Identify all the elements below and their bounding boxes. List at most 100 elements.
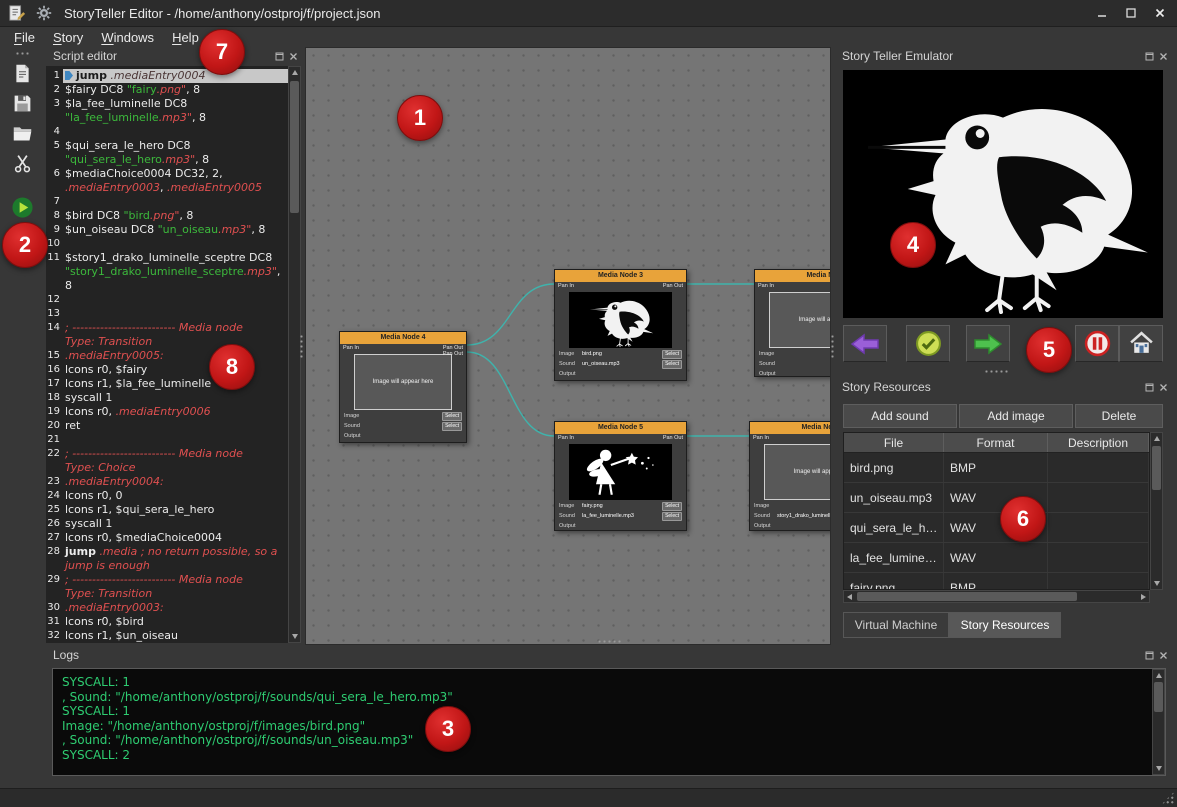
port-out[interactable]: Pan Out	[443, 351, 463, 357]
cut-button[interactable]	[8, 153, 38, 179]
table-row[interactable]: fairy.pngBMP	[844, 573, 1149, 590]
close-icon[interactable]	[1159, 52, 1168, 61]
port-out[interactable]: Pan Out	[663, 435, 683, 441]
resize-grip[interactable]	[1161, 791, 1175, 805]
menu-file[interactable]: File	[5, 29, 44, 46]
node-canvas[interactable]: Media Node 4Pan InPan OutPan OutImage wi…	[305, 47, 831, 645]
splitter-handle[interactable]	[830, 334, 836, 360]
close-button[interactable]	[1145, 3, 1174, 24]
table-row[interactable]: bird.pngBMP	[844, 453, 1149, 483]
res-table-head: FileFormatDescription	[844, 433, 1149, 453]
graph-node[interactable]: Media Node 1Pan InImage will appear here…	[754, 269, 831, 377]
code-line: Type: Transition	[46, 587, 288, 601]
logs-scrollbar[interactable]	[1152, 669, 1165, 775]
node-title: Media Node 6	[750, 422, 831, 434]
graph-node[interactable]: Media Node 5Pan InPan OutImagefairy.pngS…	[554, 421, 687, 531]
annotation-6: 6	[1000, 496, 1046, 542]
script-editor-dock: Script editor	[46, 47, 302, 65]
table-hscrollbar[interactable]	[843, 590, 1150, 603]
cut-icon	[12, 153, 33, 179]
column-header-description[interactable]: Description	[1048, 433, 1149, 452]
file-cell: un_oiseau.mp3	[844, 483, 944, 512]
table-row[interactable]: qui_sera_le_h…WAV	[844, 513, 1149, 543]
splitter-handle[interactable]	[299, 334, 305, 360]
table-row[interactable]: un_oiseau.mp3WAV	[844, 483, 1149, 513]
code-line: 1jump .mediaEntry0004	[46, 69, 288, 83]
table-scrollbar[interactable]	[1150, 432, 1163, 590]
log-line: , Sound: "/home/anthony/ostproj/f/sounds…	[62, 690, 1156, 705]
script-editor-title: Script editor	[53, 49, 117, 63]
home-button[interactable]	[1119, 325, 1163, 362]
port-in[interactable]: Pan In	[758, 283, 774, 289]
save-button[interactable]	[8, 93, 38, 119]
delete-button[interactable]: Delete	[1075, 404, 1163, 428]
graph-node[interactable]: Media Node 3Pan InPan OutImagebird.pngSe…	[554, 269, 687, 381]
open-button[interactable]	[8, 123, 38, 149]
float-icon[interactable]	[275, 52, 284, 61]
float-icon[interactable]	[1145, 651, 1154, 660]
node-select-button[interactable]: Select	[662, 512, 682, 521]
node-select-button[interactable]: Select	[662, 360, 682, 369]
run-icon	[11, 196, 34, 224]
node-row: Output	[755, 369, 831, 377]
add-sound-button[interactable]: Add sound	[843, 404, 957, 428]
node-layer: Media Node 4Pan InPan OutPan OutImage wi…	[306, 48, 830, 644]
toolbar-handle[interactable]	[15, 51, 31, 57]
run-button[interactable]	[8, 197, 38, 223]
window: StoryTeller Editor - /home/anthony/ostpr…	[0, 0, 1177, 807]
pause-button[interactable]	[1075, 325, 1119, 362]
add-image-button[interactable]: Add image	[959, 404, 1073, 428]
splitter-handle[interactable]	[597, 639, 623, 645]
column-header-file[interactable]: File	[844, 433, 944, 452]
menu-windows[interactable]: Windows	[92, 29, 163, 46]
close-icon[interactable]	[289, 52, 298, 61]
tab-story-resources[interactable]: Story Resources	[949, 612, 1061, 638]
close-icon[interactable]	[1159, 651, 1168, 660]
code-line: 28jump .media ; no return possible, so a	[46, 545, 288, 559]
port-out[interactable]: Pan Out	[663, 283, 683, 289]
log-line: SYSCALL: 2	[62, 748, 1156, 763]
emulator-screen	[843, 70, 1163, 318]
next-button[interactable]	[966, 325, 1010, 362]
menu-story[interactable]: Story	[44, 29, 92, 46]
tab-virtual-machine[interactable]: Virtual Machine	[843, 612, 949, 638]
ok-button[interactable]	[906, 325, 950, 362]
maximize-button[interactable]	[1116, 3, 1145, 24]
logs-title: Logs	[53, 648, 79, 662]
node-row-label: Output	[759, 371, 779, 377]
node-select-button[interactable]: Select	[442, 422, 462, 431]
res-table-body: bird.pngBMPun_oiseau.mp3WAVqui_sera_le_h…	[844, 453, 1149, 590]
node-row: ImageSelect	[340, 411, 466, 421]
annotation-1: 1	[397, 95, 443, 141]
code-line: 2$fairy DC8 "fairy.png", 8	[46, 83, 288, 97]
graph-node[interactable]: Media Node 6Pan InImage will appear here…	[749, 421, 831, 531]
node-select-button[interactable]: Select	[662, 502, 682, 511]
port-in[interactable]: Pan In	[753, 435, 769, 441]
annotation-4: 4	[890, 222, 936, 268]
port-in[interactable]: Pan In	[558, 435, 574, 441]
port-in[interactable]: Pan In	[343, 345, 359, 351]
description-cell	[1048, 573, 1149, 590]
float-icon[interactable]	[1145, 383, 1154, 392]
new-script-button[interactable]	[8, 63, 38, 89]
graph-node[interactable]: Media Node 4Pan InPan OutPan OutImage wi…	[339, 331, 467, 443]
node-row-label: Sound	[559, 513, 579, 519]
code-line: 11$story1_drako_luminelle_sceptre DC8	[46, 251, 288, 265]
column-header-format[interactable]: Format	[944, 433, 1048, 452]
node-select-button[interactable]: Select	[442, 412, 462, 421]
current-line-icon	[65, 71, 73, 80]
node-select-button[interactable]: Select	[662, 350, 682, 359]
node-row: Soundun_oiseau.mp3Select	[555, 359, 686, 369]
table-row[interactable]: la_fee_lumine…WAV	[844, 543, 1149, 573]
code-line: 27lcons r0, $mediaChoice0004	[46, 531, 288, 545]
previous-button[interactable]	[843, 325, 887, 362]
file-cell: la_fee_lumine…	[844, 543, 944, 572]
menubar: FileStoryWindowsHelp	[0, 27, 1177, 48]
minimize-button[interactable]	[1087, 3, 1116, 24]
float-icon[interactable]	[1145, 52, 1154, 61]
code-line: 19lcons r0, .mediaEntry0006	[46, 405, 288, 419]
close-icon[interactable]	[1159, 383, 1168, 392]
port-in[interactable]: Pan In	[558, 283, 574, 289]
splitter-handle[interactable]	[984, 369, 1010, 375]
node-row: Output	[750, 521, 831, 531]
